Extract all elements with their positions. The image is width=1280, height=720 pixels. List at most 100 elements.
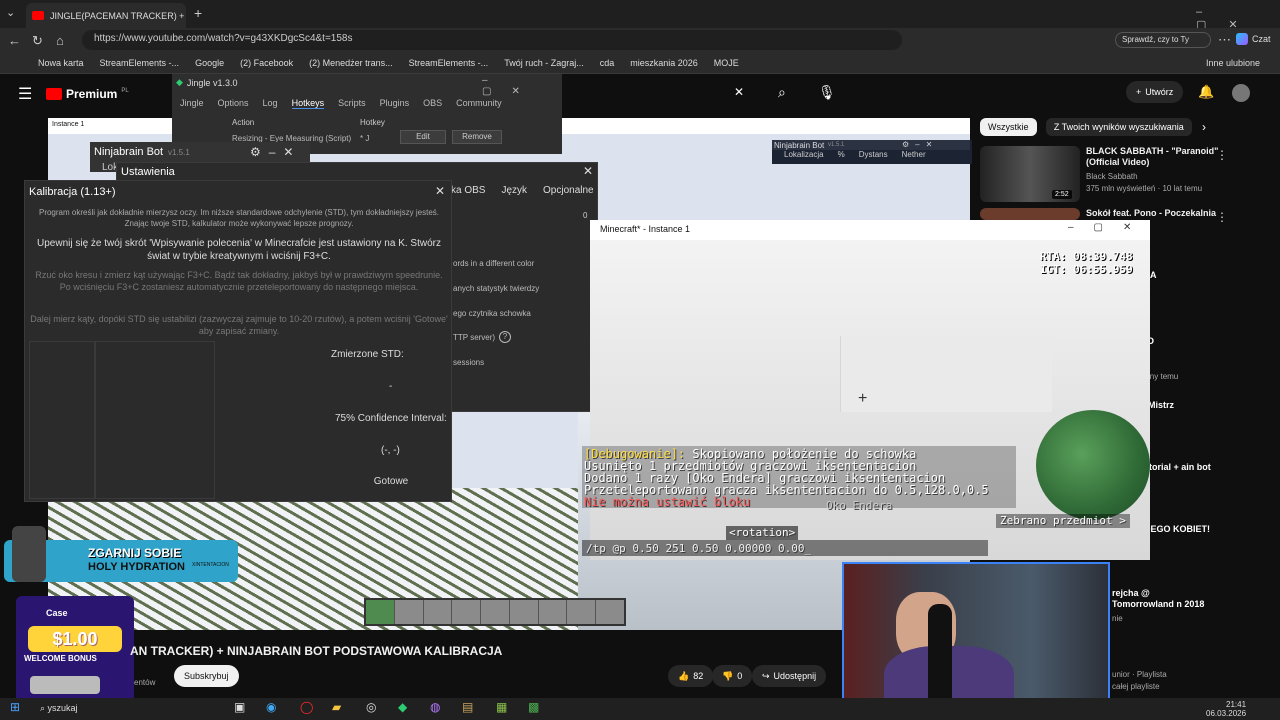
jingle-icon[interactable]: ◆ bbox=[398, 700, 407, 714]
edit-button[interactable]: Edit bbox=[400, 130, 446, 144]
minecraft-icon[interactable]: ▦ bbox=[496, 700, 507, 714]
hotbar-slot bbox=[481, 600, 510, 624]
chip-all[interactable]: Wszystkie bbox=[980, 118, 1037, 136]
bookmark-item[interactable]: Twój ruch - Zagraj... bbox=[504, 58, 584, 68]
video-title[interactable]: rejcha @ Tomorrowland n 2018 bbox=[1112, 588, 1212, 610]
explorer-icon[interactable]: ▰ bbox=[332, 700, 341, 714]
bookmark-item[interactable]: cda bbox=[600, 58, 615, 68]
logo-region: PL bbox=[121, 88, 129, 94]
command-text[interactable]: /tp @p 0.50 251 0.50 0.00000 0.00_ bbox=[586, 543, 811, 555]
done-button[interactable]: Gotowe bbox=[345, 471, 437, 493]
settings-option[interactable]: TTP server) bbox=[453, 333, 495, 342]
home-icon[interactable]: ⌂ bbox=[56, 33, 64, 48]
more-vert-icon[interactable]: ⋮ bbox=[1216, 148, 1228, 162]
list-item[interactable]: 2:52 BLACK SABBATH - "Paranoid" (Officia… bbox=[980, 146, 1250, 202]
like-button[interactable]: 👍 82 bbox=[668, 665, 714, 687]
bookmark-item[interactable]: StreamElements -... bbox=[409, 58, 489, 68]
chip-from-search[interactable]: Z Twoich wyników wyszukiwania bbox=[1045, 118, 1192, 136]
obs-icon[interactable]: ◎ bbox=[366, 700, 376, 714]
jingle-logo-icon: ◆ bbox=[176, 77, 183, 87]
bookmark-item[interactable]: Google bbox=[195, 58, 224, 68]
clear-search-icon[interactable]: ✕ bbox=[734, 85, 744, 99]
settings-option[interactable]: ords in a different color bbox=[453, 259, 534, 268]
column-action: Action bbox=[232, 118, 255, 127]
tab-list-icon[interactable]: ⌄ bbox=[6, 6, 15, 19]
share-label: Udostępnij bbox=[773, 671, 817, 681]
bookmark-item[interactable]: (2) Menedżer trans... bbox=[309, 58, 393, 68]
tab-jingle[interactable]: Jingle bbox=[180, 98, 204, 109]
close-icon[interactable]: ✕ bbox=[583, 164, 593, 178]
more-icon[interactable]: ⋯ bbox=[1218, 32, 1231, 48]
tab-community[interactable]: Community bbox=[456, 98, 502, 109]
bookmark-item[interactable]: StreamElements -... bbox=[100, 58, 180, 68]
tab-obs-settings[interactable]: ka OBS bbox=[451, 185, 485, 196]
tab-obs[interactable]: OBS bbox=[423, 98, 442, 109]
tab-language[interactable]: Język bbox=[501, 185, 527, 196]
tab-log[interactable]: Log bbox=[263, 98, 278, 109]
shaker-image bbox=[12, 526, 46, 582]
share-button[interactable]: ↪ Udostępnij bbox=[752, 665, 827, 687]
help-icon[interactable]: ? bbox=[499, 331, 511, 343]
overlay-controls: ⚙–✕ bbox=[902, 140, 939, 149]
url-field[interactable]: https://www.youtube.com/watch?v=g43XKDgc… bbox=[82, 30, 902, 50]
create-button[interactable]: + Utwórz bbox=[1126, 81, 1184, 103]
hydration-ad[interactable]: ZGARNIJ SOBIE HOLY HYDRATION XINTENTACIO… bbox=[4, 526, 238, 582]
settings-option[interactable]: ego czytnika schowka bbox=[453, 309, 531, 318]
bookmark-item[interactable]: MOJE bbox=[714, 58, 739, 68]
ninjabrain-controls[interactable]: ⚙–✕ bbox=[250, 145, 302, 159]
minecraft-launcher-icon[interactable]: ▤ bbox=[462, 700, 473, 714]
new-tab-icon[interactable]: + bbox=[194, 5, 202, 21]
task-view-icon[interactable]: ▣ bbox=[234, 700, 245, 714]
chevron-right-icon[interactable]: › bbox=[1202, 120, 1206, 134]
other-bookmarks[interactable]: Inne ulubione bbox=[1206, 58, 1260, 68]
search-icon[interactable]: ⌕ bbox=[778, 84, 786, 101]
window-controls[interactable]: –▢✕ bbox=[1068, 222, 1151, 233]
settings-option[interactable]: sessions bbox=[453, 358, 484, 367]
playlist-title[interactable]: unior · Playlista bbox=[1112, 670, 1167, 679]
menu-icon[interactable]: ☰ bbox=[18, 84, 32, 104]
window-controls[interactable]: –▢✕ bbox=[482, 75, 562, 97]
close-icon[interactable]: ✕ bbox=[435, 184, 445, 198]
casino-ad[interactable]: Case $1.00 WELCOME BONUS bbox=[16, 596, 134, 704]
measurement-column bbox=[95, 341, 215, 499]
hotbar-slot bbox=[394, 600, 424, 624]
back-icon[interactable]: ← bbox=[8, 33, 21, 48]
playlist-meta: całej playliste bbox=[1112, 682, 1160, 691]
system-clock: 21:41 06.03.2026 bbox=[1206, 700, 1246, 718]
settings-option[interactable]: anych statystyk twierdzy bbox=[453, 284, 539, 293]
subscribe-button[interactable]: Subskrybuj bbox=[174, 665, 239, 687]
bookmark-item[interactable]: mieszkania 2026 bbox=[630, 58, 698, 68]
start-icon[interactable]: ⊞ bbox=[10, 700, 20, 714]
youtube-logo[interactable]: Premium PL bbox=[46, 87, 129, 101]
create-label: Utwórz bbox=[1145, 87, 1174, 97]
tab-hotkeys[interactable]: Hotkeys bbox=[291, 98, 325, 109]
copilot-label[interactable]: Czat bbox=[1252, 34, 1271, 44]
minecraft-viewport[interactable]: + bbox=[590, 240, 1150, 560]
tab-optional[interactable]: Opcjonalne bbox=[543, 185, 594, 196]
copilot-icon[interactable] bbox=[1236, 33, 1248, 45]
remove-button[interactable]: Remove bbox=[452, 130, 502, 144]
app-icon[interactable]: ▩ bbox=[528, 700, 539, 714]
edge-icon[interactable]: ◉ bbox=[266, 700, 276, 714]
avatar[interactable] bbox=[1232, 84, 1250, 102]
profile-badge[interactable]: Sprawdź, czy to Ty bbox=[1115, 32, 1211, 48]
video-meta: 375 mln wyświetleń · 10 lat temu bbox=[1086, 184, 1203, 193]
calibration-title: Kalibracja (1.13+) bbox=[29, 186, 116, 198]
youtube-favicon-icon bbox=[32, 11, 44, 20]
ad2-text: WELCOME BONUS bbox=[24, 654, 97, 663]
tab-plugins[interactable]: Plugins bbox=[380, 98, 410, 109]
more-vert-icon[interactable]: ⋮ bbox=[1216, 210, 1228, 224]
discord-icon[interactable]: ◍ bbox=[430, 700, 440, 714]
taskbar-search[interactable]: ⌕ yszukaj bbox=[40, 703, 78, 714]
bookmark-item[interactable]: (2) Facebook bbox=[240, 58, 293, 68]
dislike-button[interactable]: 👎 0 bbox=[712, 665, 753, 687]
mic-icon[interactable]: 🎙 bbox=[818, 84, 836, 101]
opera-icon[interactable]: ◯ bbox=[300, 700, 313, 714]
speedrun-timer: RTA: 08:39.748 IGT: 06:55.959 bbox=[1040, 250, 1133, 276]
bell-icon[interactable]: 🔔 bbox=[1198, 84, 1214, 100]
tab-scripts[interactable]: Scripts bbox=[338, 98, 366, 109]
tab-options[interactable]: Options bbox=[218, 98, 249, 109]
tab-active[interactable]: JINGLE(PACEMAN TRACKER) + NI... ✕ bbox=[26, 3, 186, 28]
refresh-icon[interactable]: ↻ bbox=[32, 33, 43, 49]
bookmark-item[interactable]: Nowa karta bbox=[38, 58, 84, 68]
